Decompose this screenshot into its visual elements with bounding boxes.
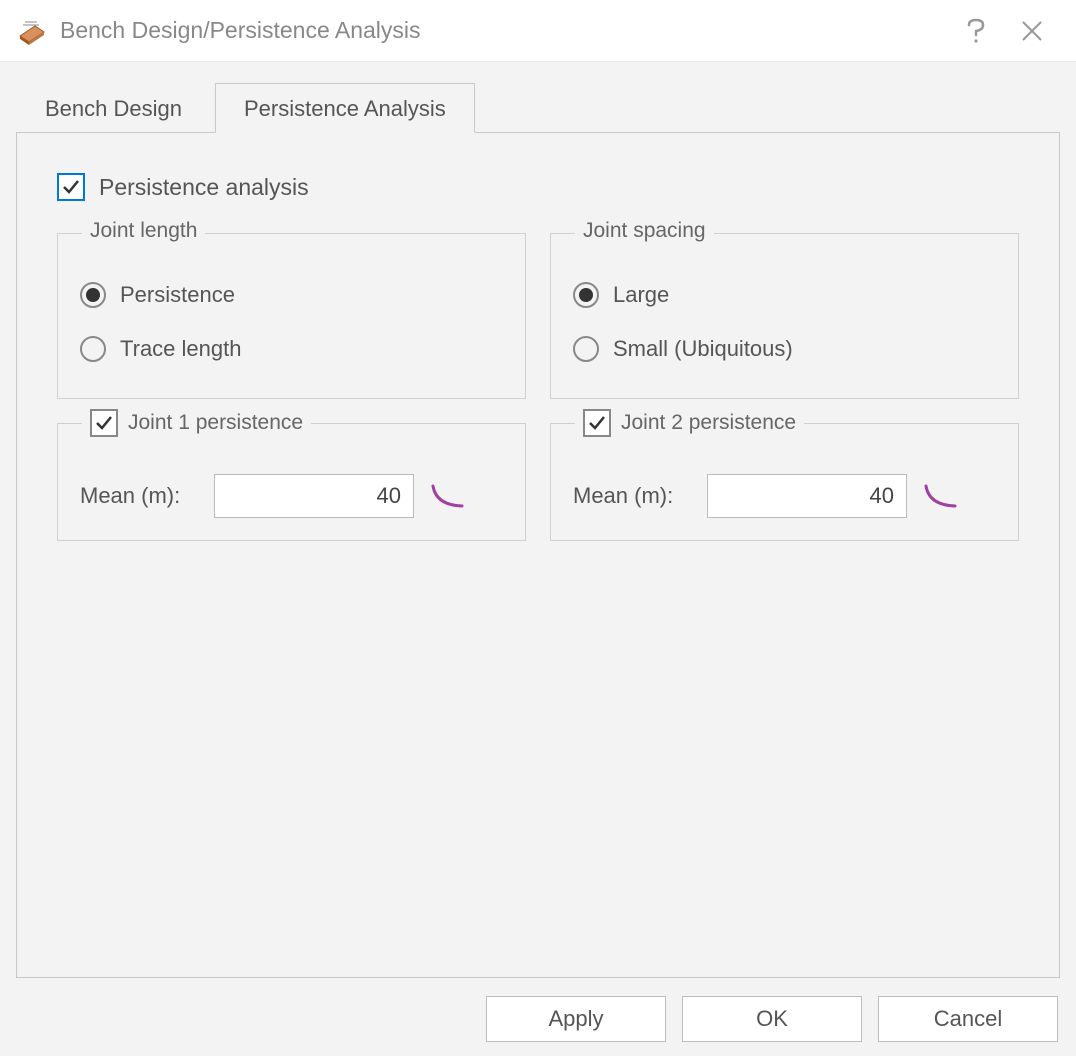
persistence-analysis-label: Persistence analysis	[99, 174, 309, 201]
radio-small[interactable]	[573, 336, 599, 362]
radio-large-label: Large	[613, 282, 669, 308]
joint2-persistence-group: Joint 2 persistence Mean (m):	[550, 423, 1019, 541]
radio-trace-length-row[interactable]: Trace length	[80, 322, 503, 376]
joint2-distribution-icon[interactable]	[921, 478, 961, 514]
joint2-persistence-checkbox[interactable]	[583, 409, 611, 437]
close-button[interactable]	[1004, 3, 1060, 59]
joint-length-legend: Joint length	[82, 219, 205, 243]
joint1-persistence-checkbox[interactable]	[90, 409, 118, 437]
joint2-mean-row: Mean (m):	[573, 474, 996, 518]
joint2-legend: Joint 2 persistence	[575, 409, 804, 437]
joint1-mean-row: Mean (m):	[80, 474, 503, 518]
joint-spacing-legend: Joint spacing	[575, 219, 714, 243]
window-title: Bench Design/Persistence Analysis	[60, 17, 948, 44]
joint1-legend-label: Joint 1 persistence	[128, 411, 303, 435]
apply-button[interactable]: Apply	[486, 996, 666, 1042]
radio-small-row[interactable]: Small (Ubiquitous)	[573, 322, 996, 376]
joint1-mean-input[interactable]	[214, 474, 414, 518]
joint2-mean-label: Mean (m):	[573, 483, 693, 509]
radio-persistence-row[interactable]: Persistence	[80, 268, 503, 322]
tab-persistence-analysis[interactable]: Persistence Analysis	[215, 83, 475, 133]
radio-persistence-label: Persistence	[120, 282, 235, 308]
joint1-mean-label: Mean (m):	[80, 483, 200, 509]
persistence-analysis-toggle-row: Persistence analysis	[57, 173, 1019, 201]
titlebar: Bench Design/Persistence Analysis	[0, 0, 1076, 62]
joint-spacing-group: Joint spacing Large Small (Ubiquitous)	[550, 233, 1019, 399]
button-bar: Apply OK Cancel	[0, 982, 1076, 1056]
radio-persistence[interactable]	[80, 282, 106, 308]
cancel-button[interactable]: Cancel	[878, 996, 1058, 1042]
persistence-analysis-checkbox[interactable]	[57, 173, 85, 201]
radio-large-row[interactable]: Large	[573, 268, 996, 322]
joint-length-group: Joint length Persistence Trace length	[57, 233, 526, 399]
tab-bench-design[interactable]: Bench Design	[16, 83, 211, 132]
joint2-legend-label: Joint 2 persistence	[621, 411, 796, 435]
client-area: Bench Design Persistence Analysis Persis…	[0, 62, 1076, 982]
help-button[interactable]	[948, 3, 1004, 59]
radio-trace-length[interactable]	[80, 336, 106, 362]
radio-large[interactable]	[573, 282, 599, 308]
radio-trace-length-label: Trace length	[120, 336, 241, 362]
joint1-distribution-icon[interactable]	[428, 478, 468, 514]
joint2-mean-input[interactable]	[707, 474, 907, 518]
ok-button[interactable]: OK	[682, 996, 862, 1042]
joint1-legend: Joint 1 persistence	[82, 409, 311, 437]
app-icon	[16, 15, 48, 47]
tab-panel-persistence: Persistence analysis Joint length Persis…	[16, 132, 1060, 978]
radio-small-label: Small (Ubiquitous)	[613, 336, 793, 362]
tabstrip: Bench Design Persistence Analysis	[16, 82, 1060, 132]
joint1-persistence-group: Joint 1 persistence Mean (m):	[57, 423, 526, 541]
